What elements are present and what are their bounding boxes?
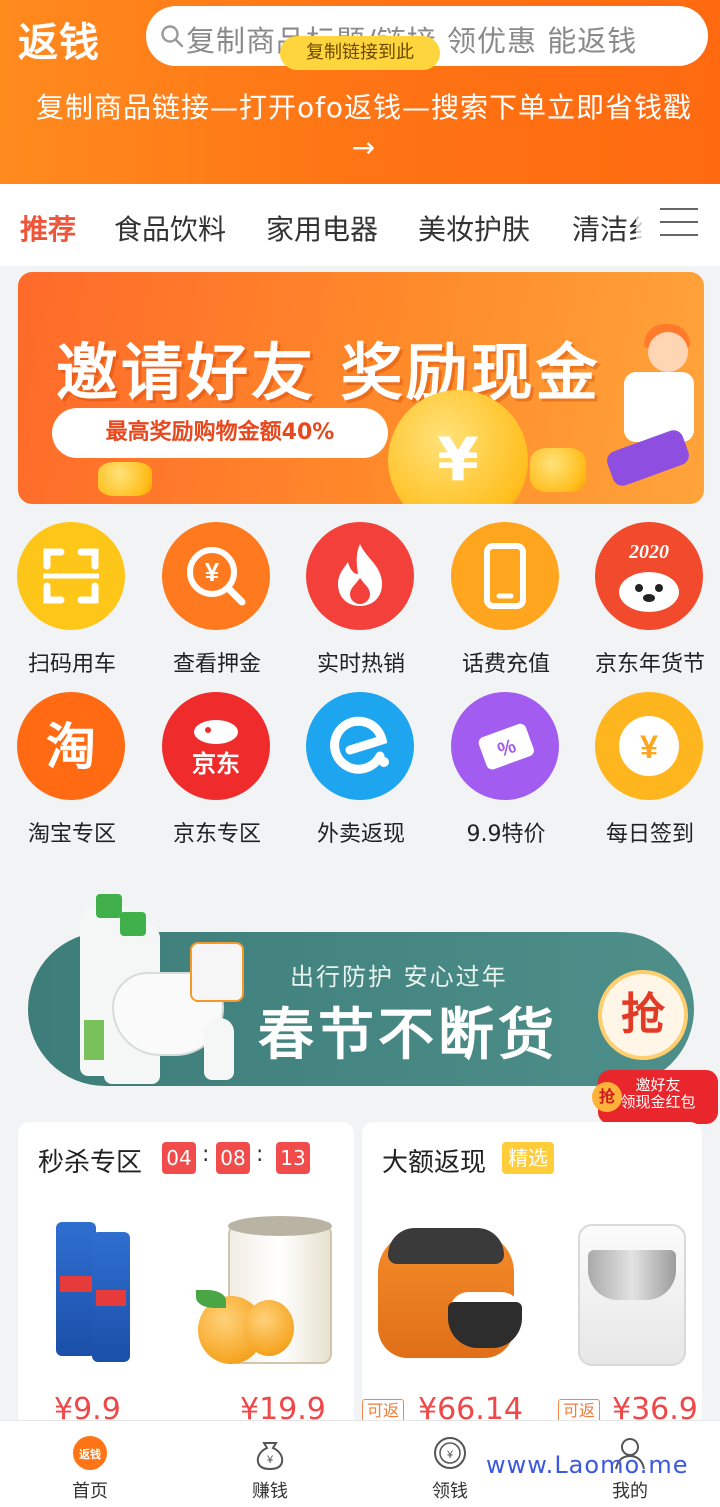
featured-tag: 精选 bbox=[502, 1142, 554, 1174]
grid-item-daily-checkin[interactable]: ¥ 每日签到 bbox=[578, 692, 720, 852]
phone-icon bbox=[451, 522, 559, 630]
app-header: 返钱 复制商品标题/链接 领优惠 能返钱 复制链接到此 复制商品链接—打开ofo… bbox=[0, 0, 720, 184]
grab-badge-icon: 抢 bbox=[592, 1082, 622, 1112]
grid-item-hot-sales[interactable]: 实时热销 bbox=[289, 522, 433, 682]
instruction-text[interactable]: 复制商品链接—打开ofo返钱—搜索下单立即省钱戳→ bbox=[24, 88, 704, 168]
grid-item-phone-topup[interactable]: 话费充值 bbox=[434, 522, 578, 682]
eleme-icon bbox=[306, 692, 414, 800]
tab-food-drinks[interactable]: 食品饮料 bbox=[114, 208, 226, 248]
coin-icon: ¥ bbox=[388, 390, 528, 504]
peach-image bbox=[244, 1300, 294, 1356]
app-logo: 返钱 bbox=[18, 20, 100, 66]
coin-stack-icon bbox=[98, 462, 152, 496]
grid-item-jd[interactable]: 京东 京东专区 bbox=[145, 692, 289, 852]
taobao-icon: 淘 bbox=[17, 692, 125, 800]
cashback-title: 大额返现 bbox=[382, 1148, 487, 1178]
timer-separator: : bbox=[256, 1142, 264, 1167]
grid-item-99-special[interactable]: % 9.9特价 bbox=[434, 692, 578, 852]
spring-title: 春节不断货 bbox=[258, 1003, 558, 1068]
timer-seconds: 13 bbox=[276, 1142, 310, 1174]
svg-text:返钱: 返钱 bbox=[79, 1447, 101, 1461]
svg-text:¥: ¥ bbox=[266, 1454, 274, 1466]
thermometer-image bbox=[190, 942, 244, 1002]
paste-link-tooltip: 复制链接到此 bbox=[280, 36, 440, 70]
coin-icon: ¥ bbox=[434, 1437, 466, 1469]
toothpaste-stripe bbox=[96, 1290, 126, 1306]
grid-item-view-deposit[interactable]: ¥ 查看押金 bbox=[145, 522, 289, 682]
mixer-bowl bbox=[588, 1250, 676, 1300]
spring-subtitle: 出行防护 安心过年 bbox=[290, 963, 508, 991]
grid-item-taobao[interactable]: 淘 淘宝专区 bbox=[0, 692, 144, 852]
flash-sale-title: 秒杀专区 bbox=[38, 1148, 143, 1178]
svg-text:¥: ¥ bbox=[205, 557, 220, 587]
timer-minutes: 08 bbox=[216, 1142, 250, 1174]
character-head bbox=[648, 332, 688, 372]
svg-text:淘: 淘 bbox=[46, 718, 96, 776]
jd-icon: 京东 bbox=[162, 692, 270, 800]
bottle-cap bbox=[96, 894, 122, 918]
category-tabs: 推荐 食品饮料 家用电器 美妆护肤 清洁纟 bbox=[0, 184, 720, 266]
rice-bowl-image bbox=[448, 1302, 522, 1348]
timer-hours: 04 bbox=[162, 1142, 196, 1174]
search-icon bbox=[161, 25, 184, 48]
svg-text:2020: 2020 bbox=[628, 541, 669, 563]
bottle-cap bbox=[120, 912, 146, 936]
flame-icon bbox=[306, 522, 414, 630]
scan-icon bbox=[17, 522, 125, 630]
grid-item-takeout-cashback[interactable]: 外卖返现 bbox=[289, 692, 433, 852]
deposit-search-icon: ¥ bbox=[162, 522, 270, 630]
invite-red-packet-badge[interactable]: 抢 邀好友 领现金红包 bbox=[592, 1070, 718, 1124]
jd-festival-icon: 2020 bbox=[595, 522, 703, 630]
character-body bbox=[624, 372, 694, 442]
nav-home[interactable]: 返钱 首页 bbox=[0, 1421, 180, 1507]
svg-text:¥: ¥ bbox=[640, 729, 658, 765]
sanitizer-bottle-image bbox=[204, 1018, 234, 1080]
grid-item-scan-ride[interactable]: 扫码用车 bbox=[0, 522, 144, 682]
tab-beauty[interactable]: 美妆护肤 bbox=[418, 208, 530, 248]
coin-stack-icon bbox=[530, 448, 586, 492]
toothpaste-stripe bbox=[60, 1276, 92, 1292]
svg-text:¥: ¥ bbox=[446, 1449, 454, 1461]
rice-cooker-lid bbox=[388, 1228, 504, 1264]
money-bag-icon: ¥ bbox=[256, 1442, 284, 1471]
grid-item-jd-festival[interactable]: 2020 京东年货节 bbox=[578, 522, 720, 682]
coin-checkin-icon: ¥ bbox=[595, 692, 703, 800]
menu-icon[interactable] bbox=[660, 208, 698, 240]
timer-separator: : bbox=[202, 1142, 210, 1167]
svg-text:京东: 京东 bbox=[192, 750, 240, 778]
watermark: www.Laomo.me bbox=[486, 1451, 689, 1479]
nav-earn[interactable]: ¥ 赚钱 bbox=[180, 1421, 360, 1507]
home-icon: 返钱 bbox=[73, 1436, 107, 1470]
invite-friends-banner[interactable]: 邀请好友 奖励现金 最高奖励购物金额40% ¥ bbox=[18, 272, 704, 504]
tab-appliances[interactable]: 家用电器 bbox=[266, 208, 378, 248]
grab-button[interactable]: 抢 bbox=[598, 970, 688, 1060]
promo-subtitle: 最高奖励购物金额40% bbox=[52, 408, 388, 458]
can-lid bbox=[228, 1216, 332, 1236]
discount-tag-icon: % bbox=[451, 692, 559, 800]
tab-recommend[interactable]: 推荐 bbox=[20, 208, 76, 248]
